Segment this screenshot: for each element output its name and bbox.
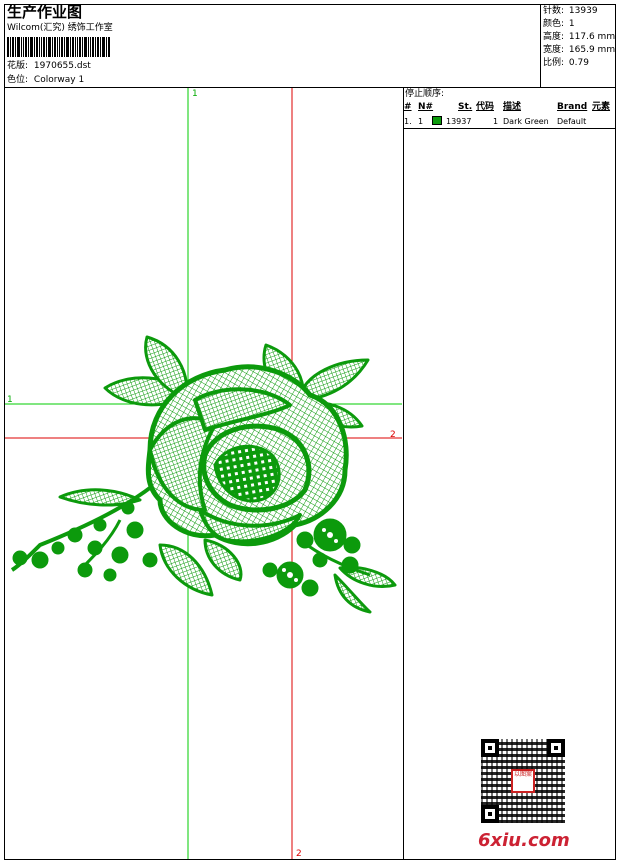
red-seal-text: 以图案: [513, 771, 532, 778]
qr-finder-top-right: [547, 739, 565, 757]
red-guide-label-right: 2: [390, 430, 396, 440]
watermark-text: 6xiu.com: [478, 830, 570, 851]
leaf-bottom-mid: [203, 538, 243, 582]
qr-finder-top-left: [481, 739, 499, 757]
embroidery-preview: 1 1 2 2: [5, 88, 402, 859]
green-guide-label-top: 1: [192, 89, 198, 99]
red-guide-label-bottom: 2: [296, 849, 302, 859]
qr-finder-bottom-left: [481, 805, 499, 823]
left-bud-cluster: [12, 501, 158, 582]
red-seal-stamp: 以图案: [511, 769, 535, 793]
lace-flower-design: [10, 335, 397, 614]
green-guide-label-left: 1: [7, 395, 13, 405]
qr-code: 以图案: [481, 739, 565, 823]
leaf-bottom-left: [158, 543, 214, 597]
